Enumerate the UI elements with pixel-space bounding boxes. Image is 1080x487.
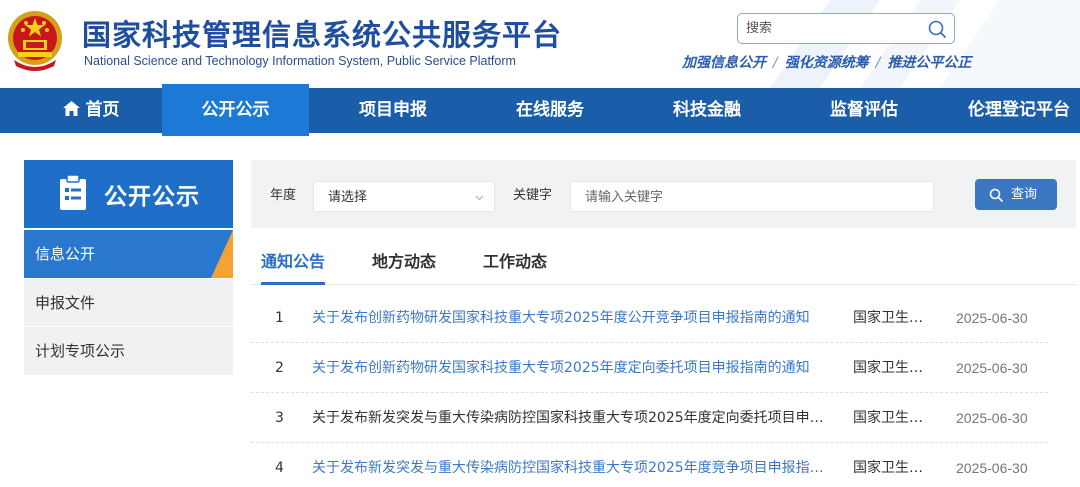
slogan-part: 强化资源统筹 (784, 55, 869, 71)
tab-local-news[interactable]: 地方动态 (372, 248, 436, 272)
tab-work-news[interactable]: 工作动态 (483, 248, 547, 272)
nav-item-tech-finance[interactable]: 科技金融 (640, 88, 774, 133)
sidebar-item-label: 信息公开 (35, 245, 96, 263)
query-button-label: 查询 (1011, 187, 1038, 202)
active-tab-underline (261, 282, 325, 285)
document-icon (60, 175, 86, 210)
notice-source: 国家卫生健康委员会 (853, 460, 929, 476)
nav-item-public-notice[interactable]: 公开公示 (162, 84, 309, 136)
sidebar-item-plan-special-notice[interactable]: 计划专项公示 (24, 327, 233, 375)
nav-item-label: 项目申报 (359, 100, 427, 120)
site-title: 国家科技管理信息系统公共服务平台 (82, 18, 563, 52)
sidebar-item-label: 计划专项公示 (35, 342, 126, 360)
nav-item-label: 科技金融 (673, 100, 741, 120)
nav-item-label: 伦理登记平台 (968, 100, 1070, 120)
notice-index: 4 (275, 460, 284, 476)
search-icon[interactable] (927, 19, 947, 39)
notice-date: 2025-06-30 (956, 460, 1028, 476)
slogan-part: 加强信息公开 (682, 55, 766, 71)
year-label: 年度 (270, 188, 297, 203)
main-nav: 首页 公开公示 项目申报 在线服务 科技金融 监督评估 伦理登记平台 (0, 84, 1080, 136)
filter-bar: 年度 请选择 关键字 查询 (251, 160, 1076, 228)
nav-item-label: 公开公示 (201, 100, 270, 120)
notice-date: 2025-06-30 (956, 360, 1028, 376)
notice-title-link[interactable]: 关于发布创新药物研发国家科技重大专项2025年度公开竞争项目申报指南的通知 (312, 293, 832, 343)
site-subtitle: National Science and Technology Informat… (84, 54, 516, 68)
slogan-separator: / (773, 55, 778, 71)
keyword-label: 关键字 (513, 188, 553, 203)
notice-index: 2 (275, 360, 284, 376)
notice-date: 2025-06-30 (956, 410, 1028, 426)
notice-title-link[interactable]: 关于发布新发突发与重大传染病防控国家科技重大专项2025年度定向委托项目申报指南… (312, 393, 832, 443)
nav-item-label: 监督评估 (830, 100, 898, 120)
list-item: 3 关于发布新发突发与重大传染病防控国家科技重大专项2025年度定向委托项目申报… (251, 393, 1048, 443)
year-select[interactable]: 请选择 (313, 181, 495, 212)
header-slogan: 加强信息公开 / 强化资源统筹 / 推进公平公正 (682, 52, 971, 72)
nav-item-project-application[interactable]: 项目申报 (326, 88, 460, 133)
query-button[interactable]: 查询 (975, 179, 1057, 210)
slogan-separator: / (875, 55, 881, 71)
nav-item-home[interactable]: 首页 (28, 88, 154, 133)
notice-source: 国家卫生健康委员会 (853, 410, 929, 426)
search-input[interactable] (746, 18, 916, 39)
sidebar-item-application-files[interactable]: 申报文件 (24, 279, 233, 327)
list-item: 1 关于发布创新药物研发国家科技重大专项2025年度公开竞争项目申报指南的通知 … (251, 293, 1048, 343)
search-box[interactable] (737, 13, 955, 44)
sidebar-item-label: 申报文件 (35, 294, 96, 312)
year-select-value: 请选择 (328, 190, 368, 205)
nav-item-label: 首页 (85, 100, 120, 120)
sidebar-header: 公开公示 (24, 160, 233, 228)
sidebar-item-info-disclosure[interactable]: 信息公开 (24, 230, 233, 278)
nav-item-label: 在线服务 (516, 100, 584, 120)
notice-index: 3 (275, 410, 284, 426)
active-indicator (211, 230, 233, 278)
list-item: 2 关于发布创新药物研发国家科技重大专项2025年度定向委托项目申报指南的通知 … (251, 343, 1048, 393)
tab-divider (251, 284, 1076, 285)
keyword-input[interactable] (585, 187, 915, 207)
keyword-field[interactable] (570, 181, 934, 212)
nav-item-supervision[interactable]: 监督评估 (797, 88, 931, 133)
home-icon (62, 101, 80, 116)
search-icon (989, 188, 1003, 202)
notice-source: 国家卫生健康委员会 (853, 360, 929, 376)
list-item: 4 关于发布新发突发与重大传染病防控国家科技重大专项2025年度竞争项目申报指南… (251, 443, 1048, 487)
nav-item-online-service[interactable]: 在线服务 (483, 88, 617, 133)
tab-notice[interactable]: 通知公告 (261, 248, 325, 272)
notice-source: 国家卫生健康委员会 (853, 310, 929, 326)
site-header: 国家科技管理信息系统公共服务平台 National Science and Te… (0, 0, 1080, 88)
notice-date: 2025-06-30 (956, 310, 1028, 326)
nav-item-ethics-registration[interactable]: 伦理登记平台 (962, 88, 1080, 133)
notice-index: 1 (275, 310, 284, 326)
slogan-part: 推进公平公正 (887, 55, 972, 71)
national-emblem-icon (8, 11, 62, 71)
sidebar-title: 公开公示 (104, 184, 200, 210)
notice-title-link[interactable]: 关于发布创新药物研发国家科技重大专项2025年度定向委托项目申报指南的通知 (312, 343, 832, 393)
chevron-down-icon (475, 195, 484, 201)
notice-title-link[interactable]: 关于发布新发突发与重大传染病防控国家科技重大专项2025年度竞争项目申报指南的通… (312, 443, 832, 487)
